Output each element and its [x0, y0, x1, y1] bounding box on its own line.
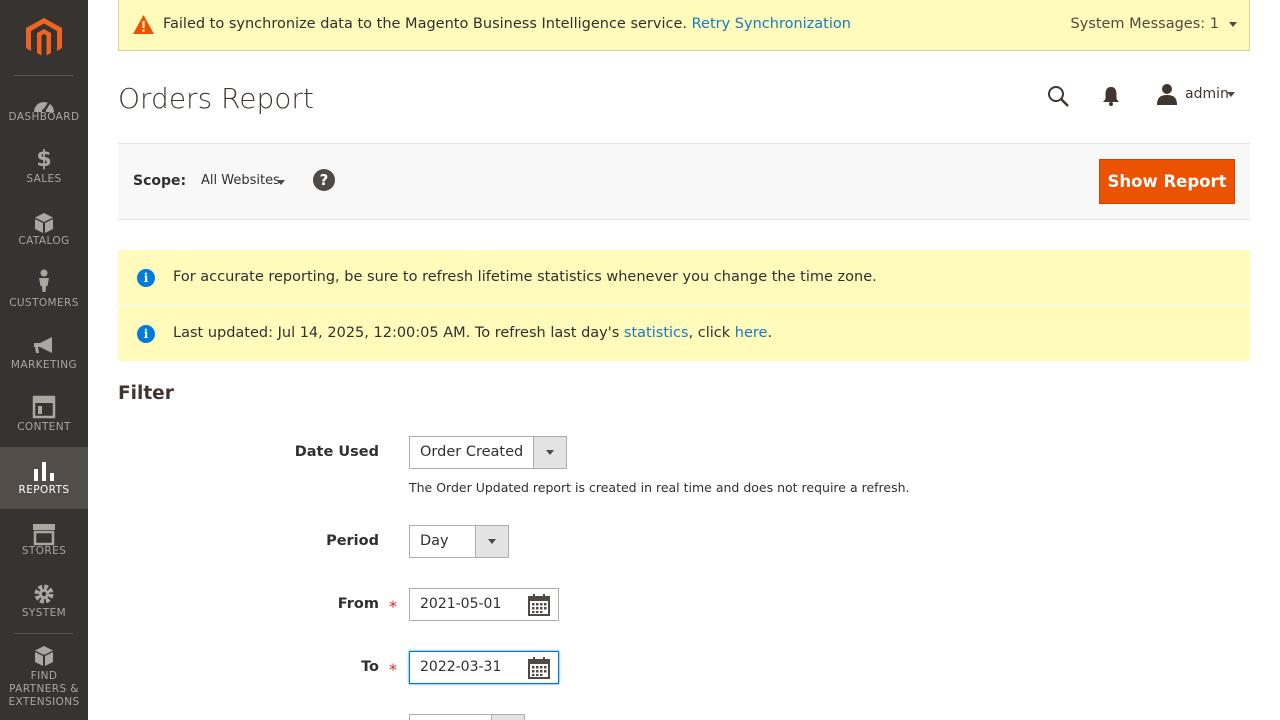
date-used-select[interactable]: Order Created	[409, 436, 567, 469]
period-value: Day	[420, 533, 449, 549]
nav-partners[interactable]: FIND PARTNERS & EXTENSIONS	[0, 640, 88, 720]
bar-chart-icon	[34, 462, 54, 481]
nav-sales-label: SALES	[26, 173, 62, 185]
nav-reports-label: REPORTS	[18, 484, 70, 496]
nav-marketing-label: MARKETING	[10, 359, 78, 371]
order-status-select[interactable]	[409, 714, 525, 720]
period-dropdown-button[interactable]	[475, 526, 508, 557]
scope-label: Scope:	[133, 173, 187, 189]
magento-logo-icon[interactable]	[26, 18, 62, 58]
show-report-button[interactable]: Show Report	[1099, 159, 1235, 204]
from-date-input[interactable]: 2021-05-01	[409, 588, 559, 621]
store-icon	[33, 524, 55, 546]
page-title: Orders Report	[118, 82, 314, 115]
partners-label-line2: PARTNERS &	[9, 683, 79, 695]
dollar-icon: $	[36, 147, 52, 172]
from-required-mark: *	[389, 597, 397, 616]
search-icon[interactable]	[1046, 84, 1070, 108]
to-required-mark: *	[389, 660, 397, 679]
gear-icon	[34, 584, 54, 604]
nav-customers[interactable]: CUSTOMERS	[0, 269, 88, 332]
date-used-dropdown-button[interactable]	[533, 437, 566, 468]
user-menu-chevron-icon[interactable]	[1227, 92, 1235, 97]
chevron-down-icon	[546, 450, 554, 455]
system-message-text: Failed to synchronize data to the Magent…	[163, 16, 688, 32]
last-updated-prefix: Last updated: Jul 14, 2025, 12:00:05 AM.…	[173, 325, 620, 341]
last-updated-text: Last updated: Jul 14, 2025, 12:00:05 AM.…	[173, 325, 772, 341]
notification-bell-icon[interactable]	[1102, 86, 1120, 106]
nav-dashboard[interactable]: DASHBOARD	[0, 84, 88, 146]
statistics-link[interactable]: statistics	[624, 325, 689, 341]
last-updated-suffix: .	[767, 325, 773, 341]
warning-icon	[133, 15, 154, 34]
logo-divider	[14, 75, 73, 76]
date-used-value: Order Created	[420, 444, 524, 460]
info-icon: i	[137, 325, 155, 343]
info-icon: i	[137, 269, 155, 287]
partners-label-line1: FIND	[30, 670, 58, 682]
nav-partners-label: FIND PARTNERS & EXTENSIONS	[0, 670, 88, 709]
partners-label-line3: EXTENSIONS	[8, 696, 80, 708]
layout-icon	[32, 395, 56, 419]
last-updated-mid: , click	[688, 325, 731, 341]
period-label: Period	[326, 533, 379, 549]
admin-user-menu[interactable]: admin	[1185, 86, 1229, 102]
admin-sidebar: DASHBOARD $ SALES CATALOG CUSTOMERS MARK…	[0, 0, 88, 720]
filter-section-title: Filter	[118, 383, 174, 404]
scope-toolbar: Scope: All Websites ? Show Report	[118, 143, 1250, 220]
chevron-down-icon	[488, 539, 496, 544]
nav-dashboard-label: DASHBOARD	[8, 111, 80, 123]
scope-switcher[interactable]: All Websites	[201, 173, 280, 188]
last-updated-message: i Last updated: Jul 14, 2025, 12:00:05 A…	[118, 306, 1250, 361]
to-label: To	[361, 659, 379, 675]
help-question-icon[interactable]: ?	[313, 169, 335, 191]
person-icon	[39, 269, 49, 292]
order-status-dropdown-button[interactable]	[491, 715, 524, 720]
nav-marketing[interactable]: MARKETING	[0, 332, 88, 394]
to-date-value: 2022-03-31	[420, 659, 502, 675]
chevron-down-icon[interactable]	[1229, 22, 1237, 27]
nav-sales[interactable]: $ SALES	[0, 146, 88, 208]
scope-chevron-down-icon[interactable]	[277, 180, 285, 185]
nav-content-label: CONTENT	[17, 421, 71, 433]
nav-system-label: SYSTEM	[21, 607, 67, 619]
user-avatar-icon[interactable]	[1156, 83, 1178, 105]
system-message-bar: Failed to synchronize data to the Magent…	[118, 0, 1250, 51]
nav-catalog-label: CATALOG	[18, 235, 70, 247]
system-messages-count[interactable]: System Messages: 1	[1070, 16, 1219, 32]
to-date-input[interactable]: 2022-03-31	[409, 651, 559, 684]
system-message-text-wrap: Failed to synchronize data to the Magent…	[163, 16, 851, 32]
calendar-icon[interactable]	[528, 594, 550, 616]
date-used-note: The Order Updated report is created in r…	[409, 480, 910, 495]
partners-box-icon	[35, 646, 53, 666]
from-label: From	[337, 596, 379, 612]
megaphone-icon	[34, 337, 52, 353]
timezone-info-text: For accurate reporting, be sure to refre…	[173, 269, 877, 285]
date-used-label: Date Used	[294, 444, 379, 460]
nav-stores-label: STORES	[21, 545, 67, 557]
calendar-icon[interactable]	[528, 657, 550, 679]
from-date-value: 2021-05-01	[420, 596, 502, 612]
timezone-info-message: i For accurate reporting, be sure to ref…	[118, 250, 1250, 305]
period-select[interactable]: Day	[409, 525, 509, 558]
retry-sync-link[interactable]: Retry Synchronization	[692, 16, 851, 32]
sidebar-divider	[14, 633, 73, 634]
nav-customers-label: CUSTOMERS	[9, 297, 79, 309]
box-icon	[35, 213, 53, 233]
here-link[interactable]: here	[735, 325, 768, 341]
nav-catalog[interactable]: CATALOG	[0, 208, 88, 270]
nav-stores[interactable]: STORES	[0, 518, 88, 580]
nav-reports[interactable]: REPORTS	[0, 447, 88, 509]
